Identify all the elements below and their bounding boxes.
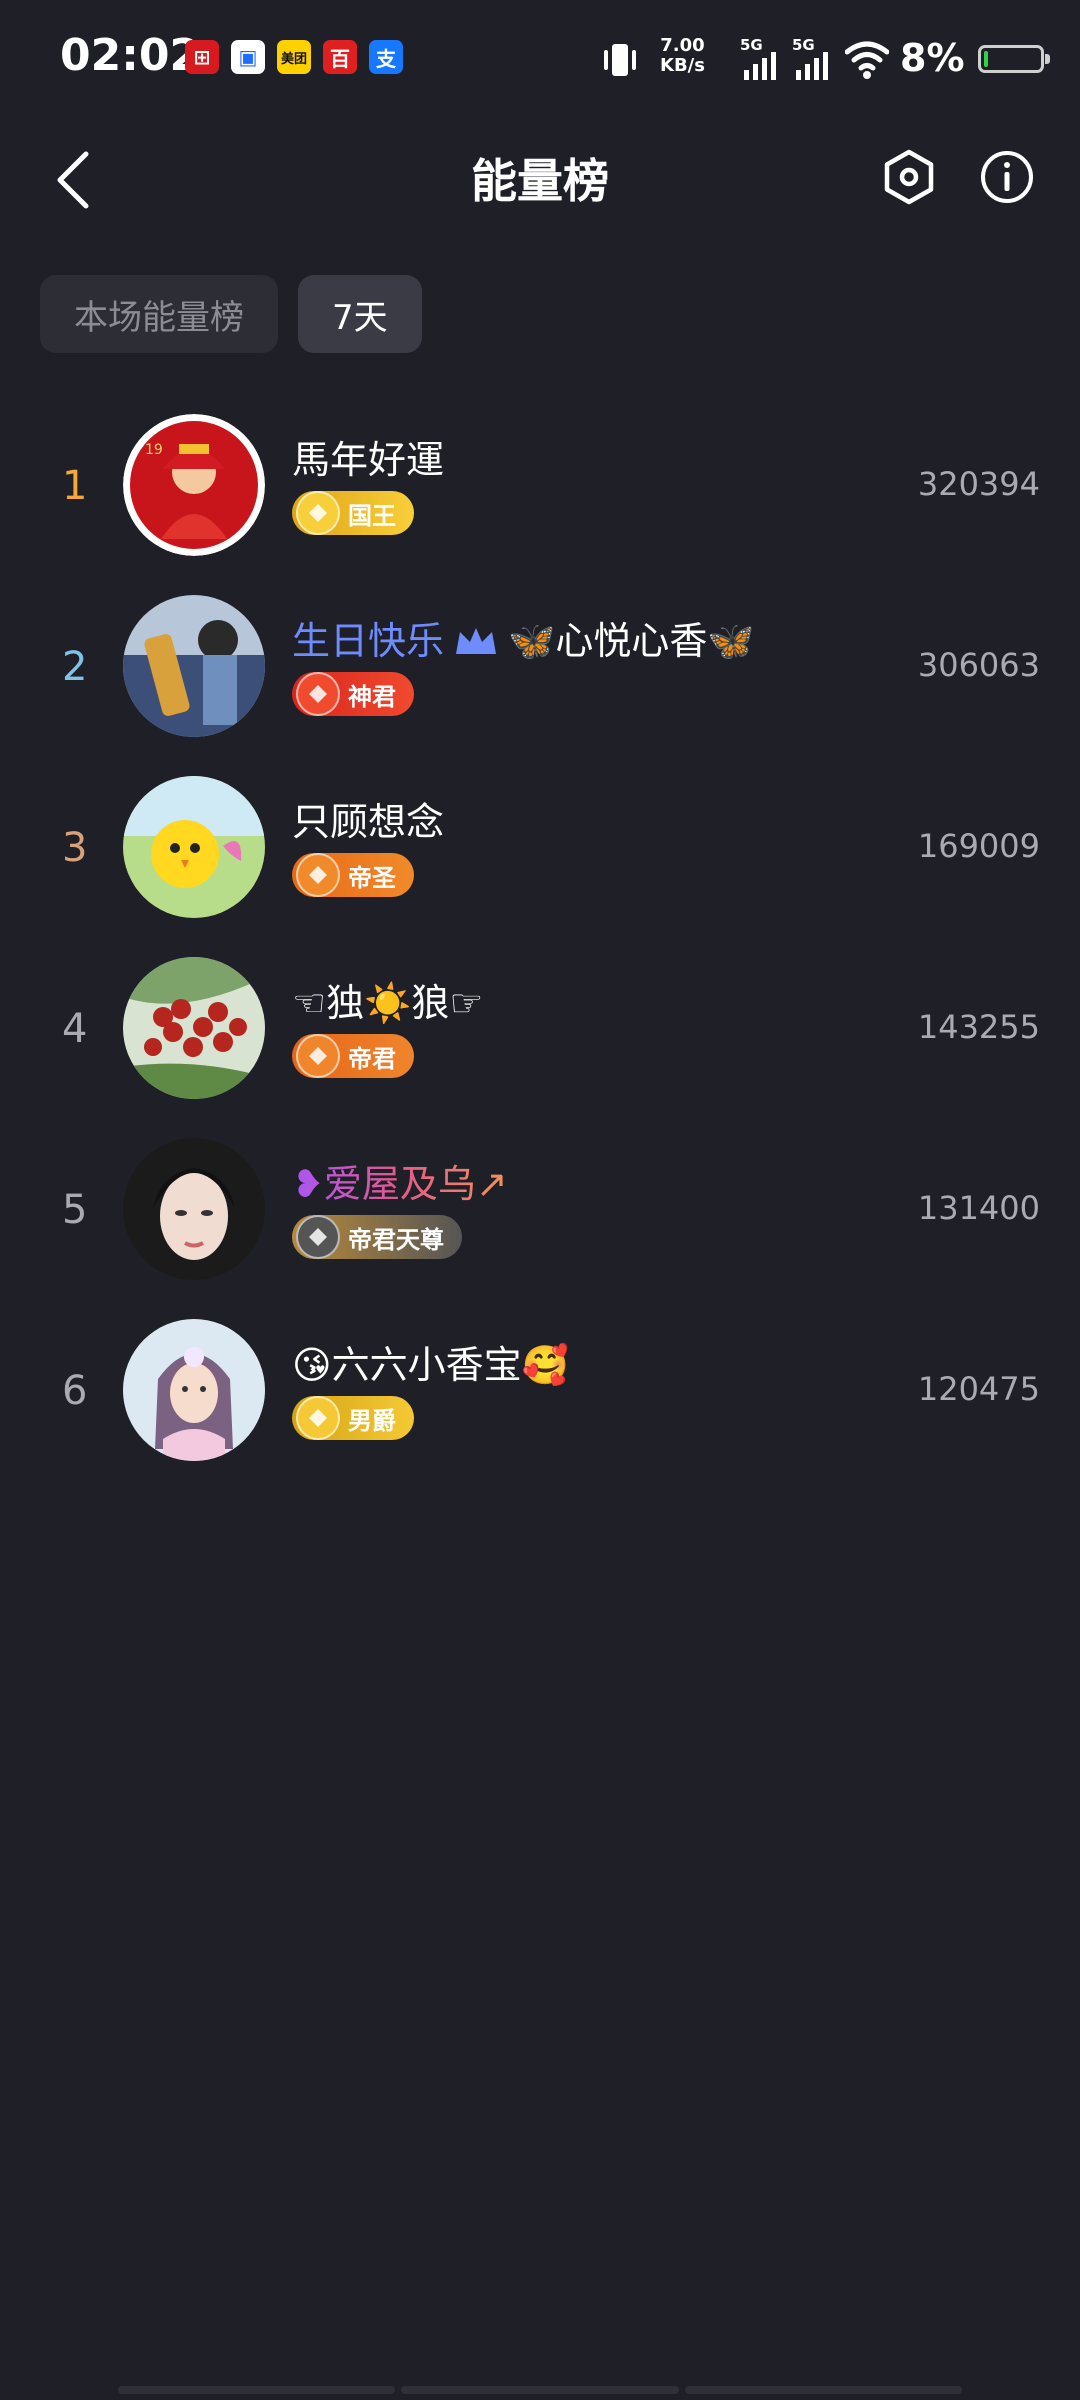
svg-text:19: 19	[145, 442, 163, 458]
energy-score: 120475	[917, 1370, 1040, 1408]
header: 能量榜	[0, 115, 1080, 245]
avatar[interactable]	[123, 1138, 265, 1280]
network-speed-unit: KB/s	[660, 55, 705, 76]
rank-number: 2	[62, 644, 88, 690]
user-name: 只顾想念	[292, 791, 444, 846]
avatar[interactable]: 19	[123, 414, 265, 556]
network-speed: 7.00 KB/s	[660, 36, 705, 76]
signal-2: 5G	[792, 36, 836, 88]
ranking-row[interactable]: 6 😘六六小香宝🥰 男爵 120475	[0, 1310, 1080, 1491]
level-badge-icon	[296, 853, 340, 897]
tab-7-days[interactable]: 7天	[298, 275, 422, 353]
energy-score: 143255	[917, 1008, 1040, 1046]
signal-bars-icon: 5G	[792, 36, 828, 80]
level-badge-label: 国王	[348, 501, 396, 530]
bank-app-icon: ⊞	[185, 40, 219, 74]
ranking-list: 1 19 馬年好運国王 320394 2 生日快乐 🦋心悦心香🦋 神君 306063 3 只顾想念帝…	[0, 405, 1080, 1491]
battery-icon	[978, 45, 1050, 73]
level-badge-icon	[296, 672, 340, 716]
energy-score: 131400	[917, 1189, 1040, 1227]
level-badge-label: 男爵	[348, 1406, 396, 1435]
user-name-text: 😘六六小香宝🥰	[292, 1343, 569, 1387]
user-name: ☜独☀️狼☞	[292, 972, 483, 1027]
level-badge-label: 神君	[348, 682, 396, 711]
energy-score: 306063	[917, 646, 1040, 684]
status-time: 02:02	[60, 30, 201, 81]
user-name-text: ❥爱屋及乌↗	[292, 1162, 508, 1206]
user-name-text: 馬年好運	[292, 438, 445, 482]
level-badge: 神君	[292, 672, 414, 716]
avatar[interactable]	[123, 957, 265, 1099]
notification-app-icons: ⊞ ▣ 美团百支	[185, 40, 403, 74]
settings-hexagon-icon[interactable]	[880, 148, 938, 206]
status-indicators: 7.00 KB/s 5G 5G 8%	[600, 30, 1080, 90]
wifi-icon	[845, 41, 889, 79]
crown-icon	[444, 619, 508, 663]
ranking-row[interactable]: 1 19 馬年好運国王 320394	[0, 405, 1080, 586]
alipay-app-icon: 支	[369, 40, 403, 74]
meituan-app-icon: 美团	[277, 40, 311, 74]
user-name: ❥爱屋及乌↗	[292, 1153, 508, 1208]
ranking-row[interactable]: 4 ☜独☀️狼☞ 帝君 143255	[0, 948, 1080, 1129]
avatar[interactable]	[123, 776, 265, 918]
avatar[interactable]	[123, 1319, 265, 1461]
bottom-scroll-indicator	[118, 2386, 962, 2394]
user-name-prefix: 生日快乐	[292, 619, 445, 663]
user-name: 馬年好運	[292, 429, 444, 484]
user-name-text: 🦋心悦心香🦋	[508, 619, 755, 663]
ranking-tabs: 本场能量榜 7天	[40, 275, 422, 353]
avatar[interactable]	[123, 595, 265, 737]
signal-1: 5G	[740, 36, 784, 88]
level-badge-label: 帝君	[348, 1044, 396, 1073]
rank-number: 6	[62, 1368, 88, 1414]
blue-app-icon: ▣	[231, 40, 265, 74]
level-badge-icon	[296, 1215, 340, 1259]
ranking-row[interactable]: 3 只顾想念帝圣 169009	[0, 767, 1080, 948]
signal-bars-icon: 5G	[740, 36, 776, 80]
user-name-text: 只顾想念	[292, 800, 445, 844]
svg-text:5G: 5G	[740, 38, 763, 54]
ranking-row[interactable]: 2 生日快乐 🦋心悦心香🦋 神君 306063	[0, 586, 1080, 767]
ranking-row[interactable]: 5 ❥爱屋及乌↗ 帝君天尊 131400	[0, 1129, 1080, 1310]
level-badge-label: 帝圣	[348, 863, 396, 892]
level-badge: 国王	[292, 491, 414, 535]
status-bar: 02:02 ⊞ ▣ 美团百支 7.00 KB/s 5G 5G 8%	[0, 0, 1080, 115]
svg-text:5G: 5G	[792, 38, 815, 54]
tab-current-session[interactable]: 本场能量榜	[40, 275, 278, 353]
baidu-app-icon: 百	[323, 40, 357, 74]
level-badge: 帝君	[292, 1034, 414, 1078]
rank-number: 1	[62, 463, 88, 509]
level-badge: 帝圣	[292, 853, 414, 897]
energy-score: 320394	[917, 465, 1040, 503]
level-badge: 帝君天尊	[292, 1215, 462, 1259]
info-icon[interactable]	[978, 148, 1036, 206]
rank-number: 3	[62, 825, 88, 871]
vibrate-icon	[604, 44, 636, 76]
network-speed-value: 7.00	[660, 35, 705, 56]
user-name: 生日快乐 🦋心悦心香🦋	[292, 610, 755, 665]
rank-number: 5	[62, 1187, 88, 1233]
level-badge-label: 帝君天尊	[348, 1225, 444, 1254]
rank-number: 4	[62, 1006, 88, 1052]
battery-percent: 8%	[900, 36, 965, 80]
energy-score: 169009	[917, 827, 1040, 865]
user-name: 😘六六小香宝🥰	[292, 1334, 569, 1389]
level-badge: 男爵	[292, 1396, 414, 1440]
user-name-text: ☜独☀️狼☞	[292, 981, 484, 1025]
level-badge-icon	[296, 1396, 340, 1440]
level-badge-icon	[296, 491, 340, 535]
level-badge-icon	[296, 1034, 340, 1078]
